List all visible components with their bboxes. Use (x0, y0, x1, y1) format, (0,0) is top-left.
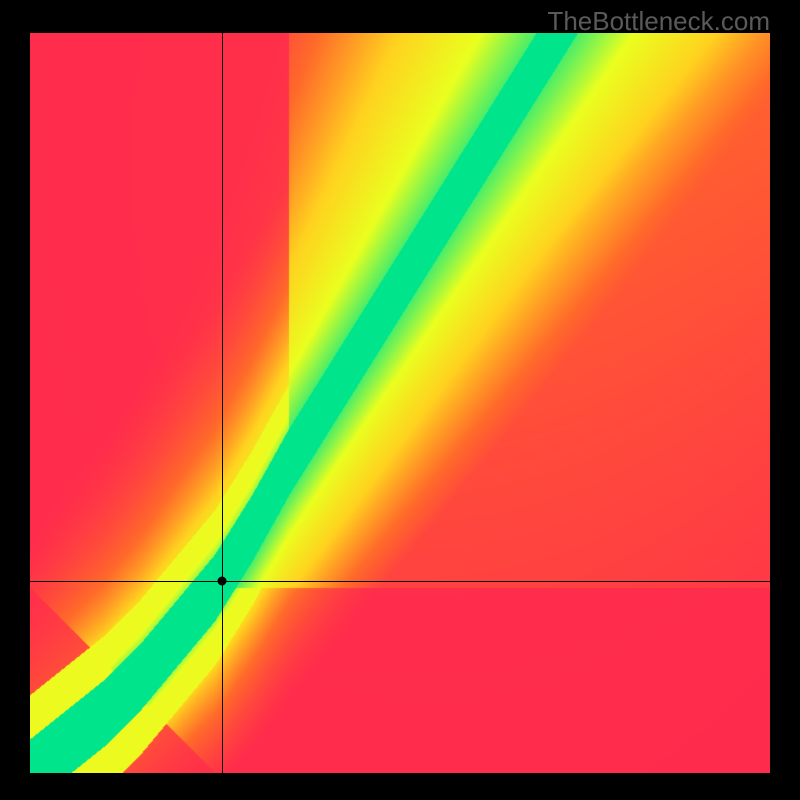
crosshair-horizontal (30, 581, 770, 582)
bottleneck-heatmap (30, 33, 770, 773)
app-frame: TheBottleneck.com (0, 0, 800, 800)
crosshair-vertical (222, 33, 223, 773)
heatmap-canvas (30, 33, 770, 773)
marker-dot (218, 576, 227, 585)
